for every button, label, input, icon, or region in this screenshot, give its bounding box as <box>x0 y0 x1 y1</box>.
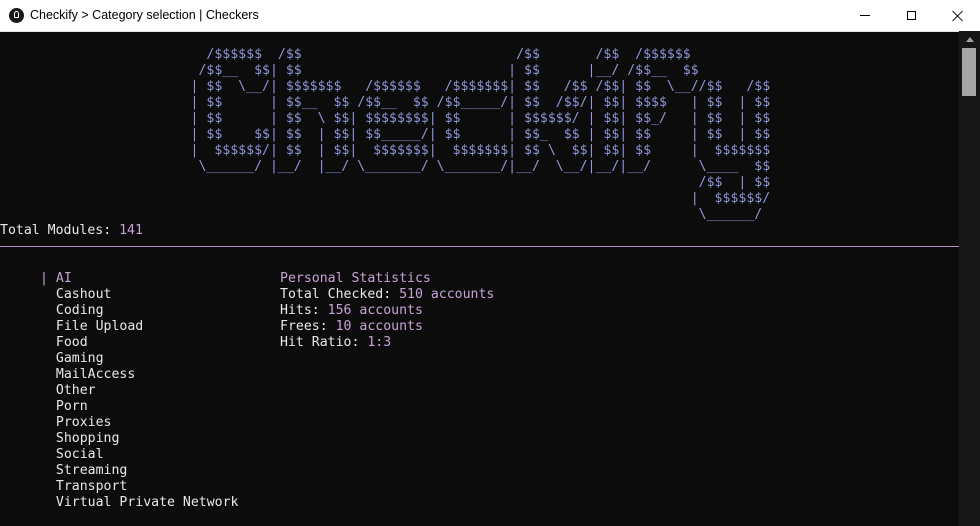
category-label: File Upload <box>55 319 144 334</box>
vertical-scrollbar[interactable] <box>959 31 980 526</box>
category-label: Coding <box>55 303 104 318</box>
scroll-thumb[interactable] <box>962 48 976 96</box>
category-label: Proxies <box>55 415 112 430</box>
stats-row: Frees: 10 accounts <box>280 319 423 335</box>
close-button[interactable] <box>934 0 980 31</box>
category-item[interactable]: Virtual Private Network <box>40 495 239 511</box>
category-item[interactable]: MailAccess <box>40 367 135 383</box>
stats-label: Hits: <box>280 303 328 318</box>
category-item[interactable]: | AI <box>40 271 72 287</box>
stats-value: 510 accounts <box>399 287 495 302</box>
category-item[interactable]: Transport <box>40 479 127 495</box>
stats-label: Frees: <box>280 319 336 334</box>
category-label: Porn <box>55 399 88 414</box>
stats-row: Total Checked: 510 accounts <box>280 287 494 303</box>
stats-row: Hits: 156 accounts <box>280 303 423 319</box>
stats-value: 10 accounts <box>335 319 423 334</box>
section-divider <box>0 246 959 247</box>
category-item[interactable]: Proxies <box>40 415 112 431</box>
minimize-button[interactable] <box>842 0 888 31</box>
maximize-button[interactable] <box>888 0 934 31</box>
category-label: Cashout <box>55 287 112 302</box>
total-modules-line: Total Modules: 141 <box>0 223 143 239</box>
category-label: Virtual Private Network <box>55 495 239 510</box>
stats-label: Total Checked: <box>280 287 400 302</box>
maximize-icon <box>906 11 916 20</box>
scroll-up-arrow-icon[interactable] <box>959 31 980 47</box>
banner-line: | $$ $$| $$ | $$| $$_____/| $$ | $$_ $$ … <box>0 127 771 142</box>
category-label: Food <box>55 335 88 350</box>
stats-value: 1:3 <box>367 335 392 350</box>
banner-line: | $$ \__/| $$$$$$$ /$$$$$$ /$$$$$$$| $$ … <box>0 79 771 94</box>
banner-line: | $$ | $$__ $$ /$$__ $$ /$$_____/| $$ /$… <box>0 95 771 110</box>
stats-title: Personal Statistics <box>280 271 431 286</box>
category-item[interactable]: Porn <box>40 399 88 415</box>
category-label: Social <box>55 447 104 462</box>
stats-label: Hit Ratio: <box>280 335 368 350</box>
category-item[interactable]: File Upload <box>40 319 143 335</box>
stats-value: 156 accounts <box>327 303 423 318</box>
banner-line: | $$$$$$/| $$ | $$| $$$$$$$| $$$$$$$| $$… <box>0 143 771 158</box>
close-icon <box>951 10 963 22</box>
banner-line: | $$ | $$ \ $$| $$$$$$$$| $$ | $$$$$$/ |… <box>0 111 771 126</box>
category-item[interactable]: Gaming <box>40 351 104 367</box>
category-item[interactable]: Social <box>40 447 104 463</box>
banner-line: /$$__ $$| $$ | $$ |__/ /$$__ $$ <box>0 63 699 78</box>
category-label: Transport <box>55 479 128 494</box>
banner-line: \______/ |__/ |__/ \_______/ \_______/|_… <box>0 159 771 174</box>
banner-line: /$$ | $$ <box>0 175 771 190</box>
minimize-icon <box>860 15 870 16</box>
category-item[interactable]: Shopping <box>40 431 120 447</box>
title-bar[interactable]: Checkify > Category selection | Checkers <box>0 0 980 32</box>
category-item[interactable]: Cashout <box>40 287 112 303</box>
category-label: AI <box>55 271 72 286</box>
total-modules-count: 141 <box>119 223 143 238</box>
banner-line: /$$$$$$ /$$ /$$ /$$ /$$$$$$ <box>0 47 691 62</box>
category-item[interactable]: Food <box>40 335 88 351</box>
category-label: Other <box>55 383 96 398</box>
category-item[interactable]: Streaming <box>40 463 127 479</box>
banner-line: | $$$$$$/ <box>0 191 771 206</box>
category-label: Shopping <box>55 431 120 446</box>
category-label: MailAccess <box>55 367 136 382</box>
total-modules-label: Total Modules: <box>0 223 120 238</box>
category-label: Gaming <box>55 351 104 366</box>
app-icon <box>9 8 24 23</box>
category-label: Streaming <box>55 463 128 478</box>
stats-row: Hit Ratio: 1:3 <box>280 335 391 351</box>
selection-cursor: | <box>40 271 48 286</box>
banner-line: \______/ <box>0 207 763 222</box>
category-item[interactable]: Other <box>40 383 96 399</box>
category-item[interactable]: Coding <box>40 303 104 319</box>
terminal-output[interactable]: /$$$$$$ /$$ /$$ /$$ /$$$$$$ /$$__ $$| $$… <box>0 31 959 526</box>
window-title: Checkify > Category selection | Checkers <box>30 8 259 22</box>
